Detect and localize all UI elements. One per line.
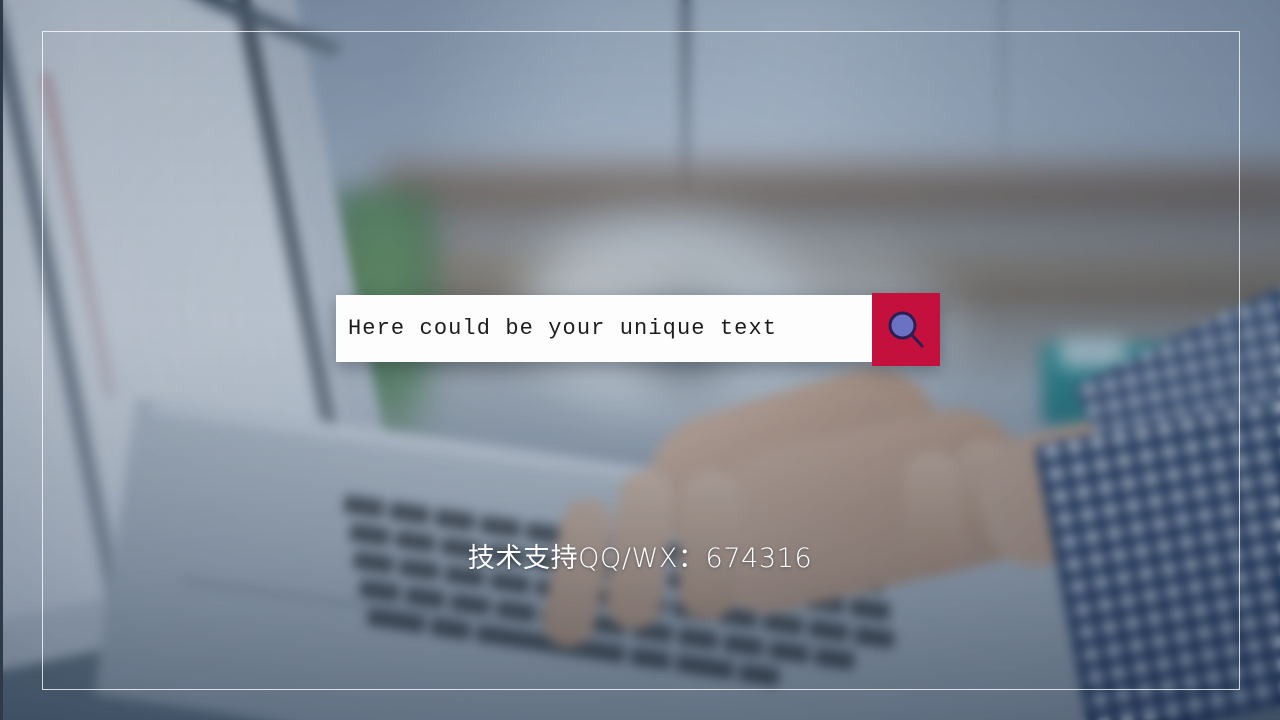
left-edge-band: [0, 0, 3, 720]
screenshot-stage: Here could be your unique text 技术支持QQ/WX…: [0, 0, 1280, 720]
search-input[interactable]: Here could be your unique text: [336, 295, 872, 362]
support-watermark: 技术支持QQ/WX：674316: [467, 543, 813, 574]
search-icon: [885, 309, 927, 351]
search-submit-button[interactable]: [872, 293, 940, 366]
search-input-value: Here could be your unique text: [348, 316, 778, 341]
search-widget[interactable]: Here could be your unique text: [336, 293, 940, 366]
